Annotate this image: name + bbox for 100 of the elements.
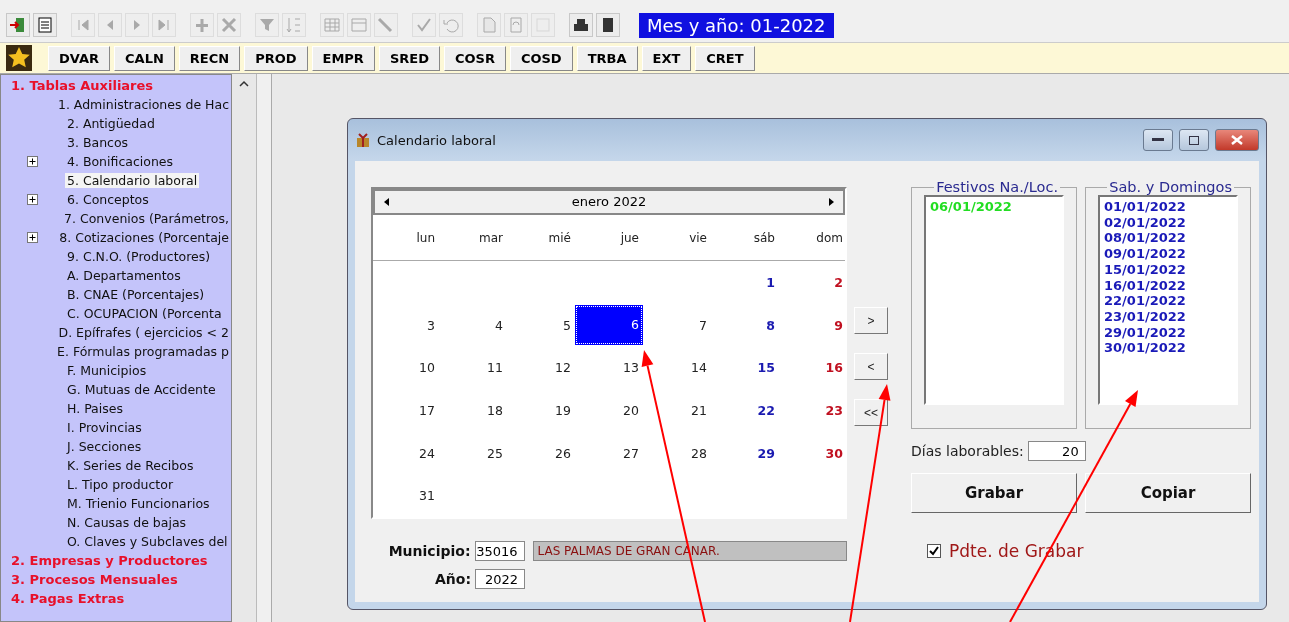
calendar-day[interactable]: 1	[766, 275, 775, 291]
calendar-day[interactable]: 2	[834, 275, 843, 291]
calendar-day[interactable]: 30	[825, 445, 843, 461]
working-days-field[interactable]: 20	[1027, 441, 1086, 461]
move-button[interactable]: >	[854, 307, 888, 334]
tree-item[interactable]: E. Fórmulas programadas p	[55, 344, 231, 359]
period-label: Mes y año: 01-2022	[639, 12, 834, 38]
calendar-day[interactable]: 24	[419, 445, 435, 461]
action-button[interactable]: Copiar	[1085, 473, 1251, 513]
calendar-day[interactable]: 5	[563, 317, 571, 333]
group-title: Sab. y Domingos	[1108, 179, 1233, 195]
tree-item[interactable]: 5. Calendario laboral	[65, 173, 200, 188]
shortcut-button[interactable]: COSR	[443, 45, 506, 71]
shortcut-button[interactable]: EMPR	[311, 45, 375, 71]
tree-item[interactable]: 9. C.N.O. (Productores)	[65, 249, 213, 264]
calendar-day[interactable]: 6	[575, 305, 643, 346]
tree-item[interactable]: C. OCUPACION (Porcenta	[65, 306, 224, 321]
weekday-label: sáb	[752, 230, 776, 245]
calendar-day[interactable]: 17	[419, 403, 435, 418]
calendar-day[interactable]: 29	[757, 445, 775, 461]
list-item[interactable]: 29/01/2022	[1104, 324, 1232, 341]
shortcut-button[interactable]: SRED	[378, 45, 440, 71]
tree-item[interactable]: G. Mutuas de Accidente	[65, 382, 218, 397]
tree-item[interactable]: 1. Administraciones de Hac	[55, 97, 231, 112]
tree-item[interactable]: 7. Convenios (Parámetros,	[62, 211, 231, 226]
move-button[interactable]: <	[854, 353, 888, 380]
shortcut-button[interactable]: TRBA	[576, 45, 638, 71]
calendar-day[interactable]: 21	[691, 403, 707, 418]
tree-item[interactable]: 2. Antigüedad	[65, 116, 157, 131]
tree-item[interactable]: D. Epífrafes ( ejercicios < 2	[56, 325, 231, 340]
list-item[interactable]: 02/01/2022	[1104, 214, 1232, 231]
working-days-label: Días laborables:	[911, 443, 1024, 459]
tree-item[interactable]: M. Trienio Funcionarios	[65, 496, 212, 511]
calendar-day[interactable]: 25	[487, 445, 503, 461]
tree-item[interactable]: J. Secciones	[65, 439, 144, 454]
list-item[interactable]: 01/01/2022	[1104, 199, 1232, 215]
tree-item[interactable]: L. Tipo productor	[65, 477, 176, 492]
calendar-day[interactable]: 11	[487, 360, 503, 376]
tree-item[interactable]: B. CNAE (Porcentajes)	[65, 287, 207, 302]
group-title: Festivos Na./Loc.	[935, 179, 1059, 195]
calendar-day[interactable]: 16	[825, 360, 843, 376]
calendar-day[interactable]: 12	[555, 360, 571, 376]
shortcut-button[interactable]: CRET	[695, 45, 755, 71]
weekday-label: mar	[478, 230, 504, 245]
weekday-label: mié	[547, 230, 572, 245]
tree-item[interactable]: F. Municipios	[65, 363, 149, 378]
weekday-label: jue	[619, 230, 640, 245]
calendar-day[interactable]: 22	[757, 403, 775, 418]
shortcut-button[interactable]: CALN	[114, 45, 175, 71]
shortcut-button[interactable]: DVAR	[48, 45, 111, 71]
calendar-day[interactable]: 15	[757, 360, 775, 376]
calendar-day[interactable]: 18	[487, 403, 503, 418]
calendar-day[interactable]: 23	[825, 403, 843, 418]
calendar-day[interactable]: 14	[691, 360, 707, 376]
year-label: Año:	[433, 571, 471, 587]
calendar-day[interactable]: 10	[419, 360, 435, 376]
list-item[interactable]: 16/01/2022	[1104, 277, 1232, 294]
weekday-label: vie	[688, 230, 708, 245]
list-item[interactable]: 22/01/2022	[1104, 293, 1232, 309]
tree-item[interactable]: 3. Bancos	[65, 135, 131, 150]
shortcut-button[interactable]: EXT	[641, 45, 692, 71]
year-field[interactable]: 2022	[475, 569, 525, 589]
tree-item[interactable]: 8. Cotizaciones (Porcentaje	[57, 230, 231, 245]
calendar-day[interactable]: 4	[495, 317, 503, 333]
municipio-code-field[interactable]: 35016	[474, 541, 525, 561]
calendar-day[interactable]: 13	[623, 360, 639, 376]
calendar-day[interactable]: 26	[555, 445, 571, 461]
calendar-day[interactable]: 7	[699, 317, 707, 333]
shortcut-button[interactable]: PROD	[244, 45, 308, 71]
weekends-list[interactable]: 01/01/2022 02/01/2022 08/01/2022 09/01/2022 15/01/2022 16/01/2022 22/01/2022 23/01/2022 29/01/2022 30/01/2022	[1098, 195, 1238, 405]
tree-item[interactable]: 4. Bonificaciones	[65, 154, 176, 169]
action-button[interactable]: Grabar	[911, 473, 1077, 513]
weekday-label: dom	[815, 230, 844, 245]
tree-item[interactable]: A. Departamentos	[65, 268, 183, 283]
shortcut-button[interactable]: RECN	[178, 45, 241, 71]
weekday-label: lun	[415, 230, 436, 245]
tree-item[interactable]: K. Series de Recibos	[65, 458, 196, 473]
calendar-day[interactable]: 31	[419, 488, 435, 504]
tree-item[interactable]: 6. Conceptos	[65, 192, 151, 207]
window-title: Calendario laboral	[377, 132, 497, 148]
list-item[interactable]: 23/01/2022	[1104, 308, 1232, 325]
calendar-day[interactable]: 9	[834, 317, 843, 333]
shortcut-button[interactable]: COSD	[509, 45, 573, 71]
list-item[interactable]: 30/01/2022	[1104, 340, 1232, 357]
month-title: enero 2022	[571, 194, 647, 210]
tree-item[interactable]: H. Paises	[65, 401, 125, 416]
move-button[interactable]: <<	[854, 399, 888, 426]
calendar-day[interactable]: 27	[623, 445, 639, 461]
tree-item[interactable]: I. Provincias	[65, 420, 144, 435]
list-item[interactable]: 08/01/2022	[1104, 230, 1232, 247]
calendar-day[interactable]: 19	[555, 403, 571, 418]
tree-item[interactable]: N. Causas de bajas	[65, 515, 189, 530]
tree-item[interactable]: O. Claves y Subclaves del	[65, 534, 230, 549]
calendar-day[interactable]: 3	[427, 317, 435, 333]
municipio-label: Municipio:	[387, 543, 471, 559]
calendar-day[interactable]: 28	[691, 445, 707, 461]
list-item[interactable]: 09/01/2022	[1104, 246, 1232, 262]
calendar-day[interactable]: 20	[623, 403, 639, 418]
calendar-day[interactable]: 8	[766, 317, 775, 333]
list-item[interactable]: 15/01/2022	[1104, 261, 1232, 278]
